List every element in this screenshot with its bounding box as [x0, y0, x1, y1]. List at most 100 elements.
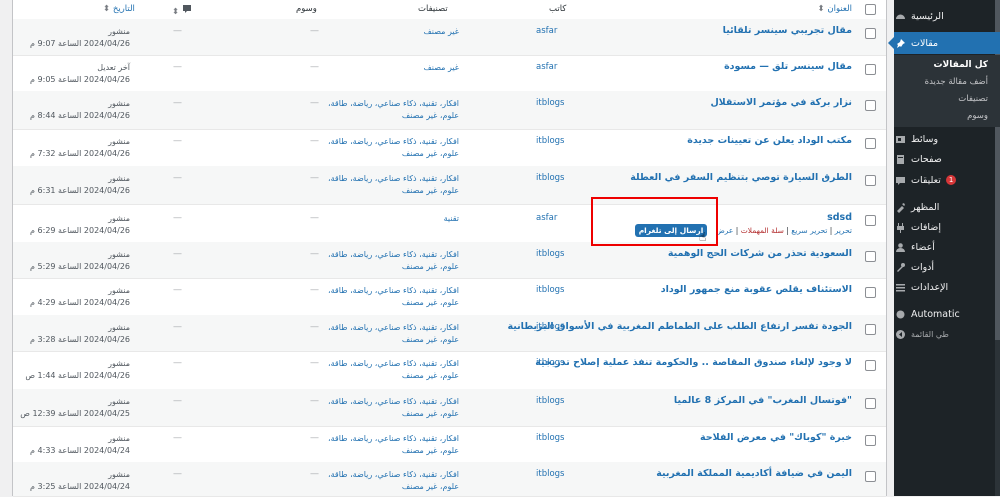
post-author-link[interactable]: itblogs	[536, 358, 564, 368]
sidebar-item-dashboard[interactable]: الرئيسية	[894, 7, 994, 25]
post-datetime: 2024/04/26 الساعة 8:44 م	[30, 111, 130, 120]
categories-line[interactable]: افكار، تقنية، ذكاء صناعي، رياضة، طاقة،	[309, 285, 459, 297]
post-author-link[interactable]: asfar	[536, 62, 557, 72]
post-author-link[interactable]: itblogs	[536, 285, 564, 295]
categories-line[interactable]: علوم، غير مصنف	[309, 261, 459, 273]
sidebar-item-label: الإعدادات	[911, 281, 949, 293]
categories-line[interactable]: علوم، غير مصنف	[309, 110, 459, 122]
categories-line[interactable]: افكار، تقنية، ذكاء صناعي، رياضة، طاقة،	[309, 396, 459, 408]
post-categories: تقنية	[309, 213, 459, 225]
row-checkbox[interactable]	[865, 251, 876, 262]
sidebar-item-users[interactable]: أعضاء	[894, 238, 994, 256]
categories-line[interactable]: علوم، غير مصنف	[309, 481, 459, 493]
sidebar-item-settings[interactable]: الإعدادات	[894, 278, 994, 296]
categories-line[interactable]: علوم، غير مصنف	[309, 148, 459, 160]
row-checkbox[interactable]	[865, 28, 876, 39]
categories-line[interactable]: افكار، تقنية، ذكاء صناعي، رياضة، طاقة،	[309, 136, 459, 148]
post-author-link[interactable]: itblogs	[536, 98, 564, 108]
edit-link[interactable]: تحرير	[835, 226, 852, 235]
post-author-link[interactable]: itblogs	[536, 322, 564, 332]
submenu-tags[interactable]: وسوم	[967, 111, 988, 121]
row-checkbox[interactable]	[865, 471, 876, 482]
sidebar-item-media[interactable]: وسائط	[894, 130, 994, 148]
row-checkbox[interactable]	[865, 287, 876, 298]
post-title-link[interactable]: مقال سينسر تلق — مسودة	[724, 61, 852, 72]
categories-line[interactable]: علوم، غير مصنف	[309, 445, 459, 457]
post-tags: —	[310, 98, 319, 108]
column-title-header[interactable]: العنوان ⬍	[818, 4, 852, 14]
row-checkbox[interactable]	[865, 360, 876, 371]
submenu-add-new[interactable]: أضف مقالة جديدة	[925, 77, 988, 87]
submenu-all-posts[interactable]: كل المقالات	[933, 60, 988, 70]
row-checkbox[interactable]	[865, 64, 876, 75]
post-title-link[interactable]: مقال تجريبي سينسر تلقائيا	[723, 25, 852, 36]
row-checkbox[interactable]	[865, 175, 876, 186]
sidebar-item-comments[interactable]: تعليقات 1	[894, 171, 994, 189]
post-title-link[interactable]: مكتب الوداد يعلن عن تعيينات جديدة	[687, 135, 852, 146]
categories-line[interactable]: غير مصنف	[309, 62, 459, 74]
post-author-link[interactable]: asfar	[536, 213, 557, 223]
categories-line[interactable]: علوم، غير مصنف	[309, 185, 459, 197]
sidebar-item-label: إضافات	[911, 221, 941, 233]
trash-link[interactable]: سلة المهملات	[741, 226, 784, 235]
categories-line[interactable]: افكار، تقنية، ذكاء صناعي، رياضة، طاقة،	[309, 249, 459, 261]
sort-icon: ⬍	[172, 7, 180, 17]
post-status: منشور	[108, 137, 130, 146]
post-author-link[interactable]: itblogs	[536, 433, 564, 443]
post-datetime: 2024/04/25 الساعة 12:39 ص	[20, 409, 130, 418]
categories-line[interactable]: افكار، تقنية، ذكاء صناعي، رياضة، طاقة،	[309, 433, 459, 445]
post-author-link[interactable]: itblogs	[536, 469, 564, 479]
post-datetime: 2024/04/26 الساعة 9:05 م	[30, 75, 130, 84]
categories-line[interactable]: علوم، غير مصنف	[309, 334, 459, 346]
post-categories: افكار، تقنية، ذكاء صناعي، رياضة، طاقة، عل…	[309, 396, 459, 420]
post-title-link[interactable]: الاستئناف يقلص عقوبة منع جمهور الوداد	[661, 284, 852, 295]
post-title-link[interactable]: الطرق السيارة توصي بتنظيم السفر في العطل…	[630, 172, 852, 183]
row-checkbox[interactable]	[865, 324, 876, 335]
row-checkbox[interactable]	[865, 138, 876, 149]
categories-line[interactable]: افكار، تقنية، ذكاء صناعي، رياضة، طاقة،	[309, 322, 459, 334]
post-datetime: 2024/04/24 الساعة 4:33 م	[30, 446, 130, 455]
sidebar-item-posts[interactable]: مقالات	[888, 32, 1000, 54]
post-author-link[interactable]: itblogs	[536, 136, 564, 146]
post-author-link[interactable]: itblogs	[536, 396, 564, 406]
categories-line[interactable]: افكار، تقنية، ذكاء صناعي، رياضة، طاقة،	[309, 358, 459, 370]
submenu-categories[interactable]: تصنيفات	[958, 94, 988, 104]
row-checkbox[interactable]	[865, 435, 876, 446]
sidebar-item-tools[interactable]: أدوات	[894, 258, 994, 276]
select-all-checkbox[interactable]	[865, 4, 876, 15]
post-title-link[interactable]: "فوتسال المغرب" في المركز 8 عالميا	[674, 395, 852, 406]
sort-icon: ⬍	[817, 4, 825, 14]
post-author-link[interactable]: itblogs	[536, 173, 564, 183]
post-title-link[interactable]: sdsd	[827, 212, 852, 223]
sidebar-item-pages[interactable]: صفحات	[894, 150, 994, 168]
categories-line[interactable]: علوم، غير مصنف	[309, 297, 459, 309]
post-title-link[interactable]: خبرة "كوباك" في معرض الفلاحة	[700, 432, 852, 443]
categories-line[interactable]: افكار، تقنية، ذكاء صناعي، رياضة، طاقة،	[309, 98, 459, 110]
categories-line[interactable]: افكار، تقنية، ذكاء صناعي، رياضة، طاقة،	[309, 469, 459, 481]
post-title-link[interactable]: السعودية تحذر من شركات الحج الوهمية	[668, 248, 852, 259]
comment-bubble-icon[interactable]: ⬍	[172, 4, 192, 17]
sidebar-item-automatic[interactable]: Automatic	[894, 305, 994, 323]
post-author-link[interactable]: itblogs	[536, 249, 564, 259]
categories-line[interactable]: علوم، غير مصنف	[309, 370, 459, 382]
post-categories: افكار، تقنية، ذكاء صناعي، رياضة، طاقة، عل…	[309, 322, 459, 346]
quick-edit-link[interactable]: تحرير سريع	[791, 226, 827, 235]
post-title-link[interactable]: لا وجود لإلغاء صندوق المقاصة .. والحكومة…	[535, 357, 852, 368]
row-checkbox[interactable]	[865, 215, 876, 226]
row-checkbox[interactable]	[865, 100, 876, 111]
categories-line[interactable]: غير مصنف	[309, 26, 459, 38]
post-author-link[interactable]: asfar	[536, 26, 557, 36]
sidebar-collapse-menu[interactable]: طي القائمة	[894, 325, 994, 343]
categories-line[interactable]: افكار، تقنية، ذكاء صناعي، رياضة، طاقة،	[309, 173, 459, 185]
column-date-header[interactable]: التاريخ ⬍	[103, 4, 135, 14]
post-status: منشور	[108, 359, 130, 368]
post-date: منشور 2024/04/25 الساعة 12:39 ص	[13, 396, 130, 420]
row-checkbox[interactable]	[865, 398, 876, 409]
post-title-link[interactable]: اليمن في ضيافة أكاديمية المملكة المغربية	[656, 468, 852, 479]
post-title-link[interactable]: نزار بركة في مؤتمر الاستقلال	[710, 97, 852, 108]
categories-line[interactable]: علوم، غير مصنف	[309, 408, 459, 420]
view-link[interactable]: عرض	[716, 226, 734, 235]
categories-line[interactable]: تقنية	[309, 213, 459, 225]
sidebar-item-appearance[interactable]: المظهر	[894, 198, 994, 216]
sidebar-item-plugins[interactable]: إضافات	[894, 218, 994, 236]
